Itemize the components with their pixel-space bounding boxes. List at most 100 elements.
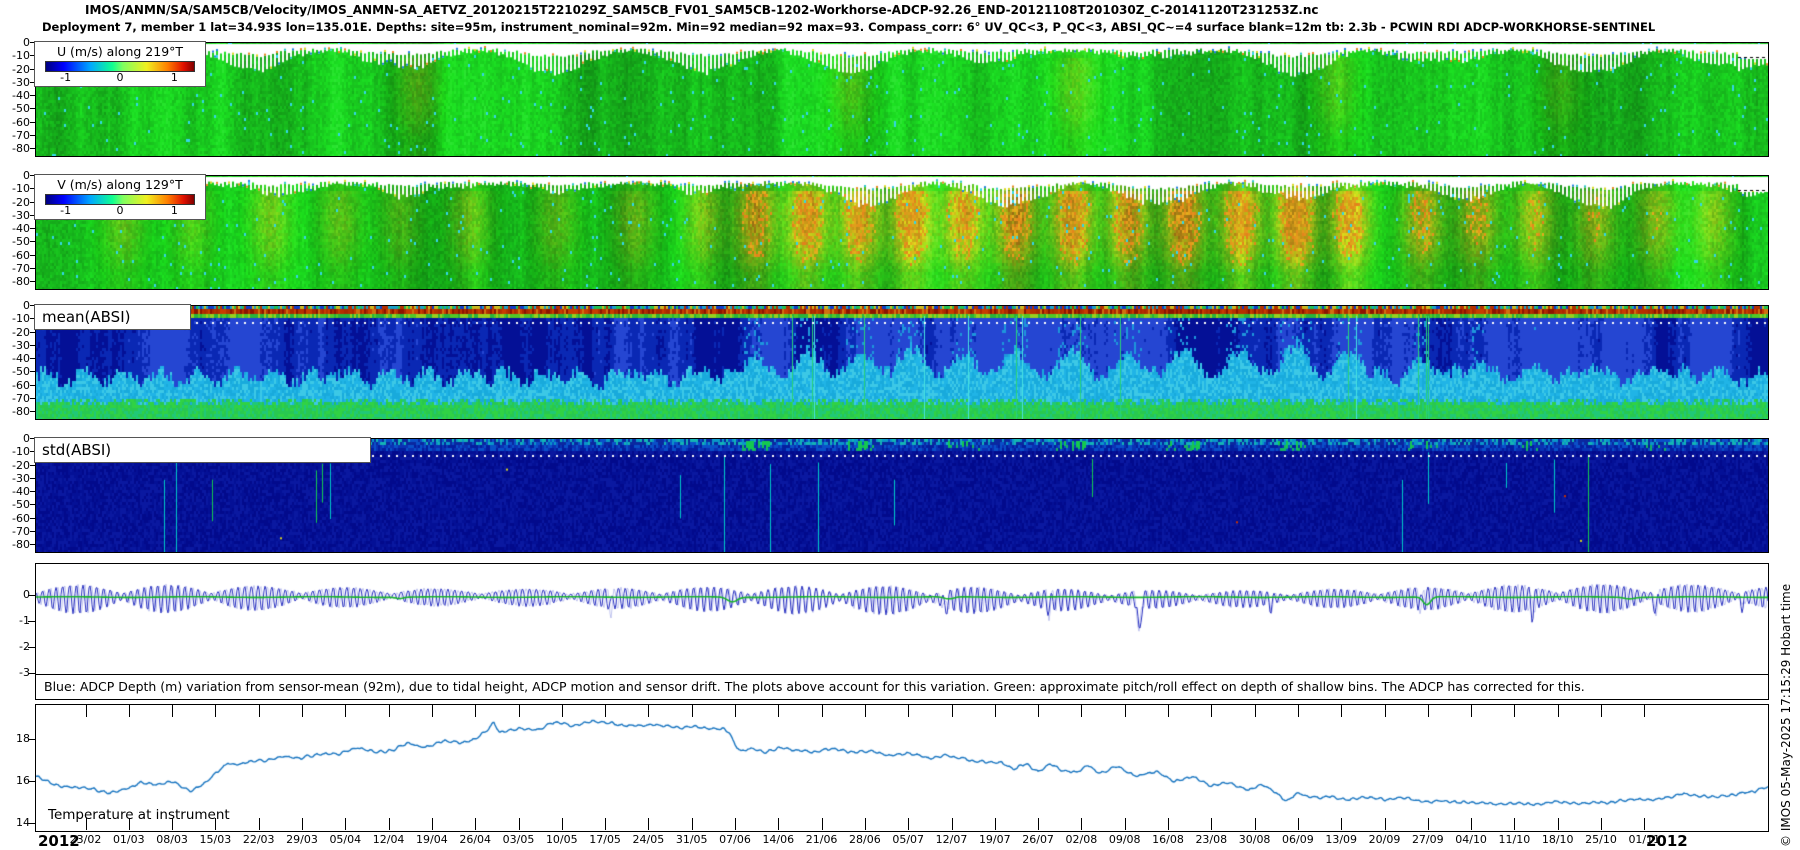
tick-mark <box>28 595 35 596</box>
tick-mark <box>475 705 476 717</box>
temperature-tick-label: 18 <box>2 732 30 745</box>
tick-mark <box>30 122 35 123</box>
tick-mark <box>30 255 35 256</box>
depth-variation-panel: Blue: ADCP Depth (m) variation from sens… <box>35 563 1769 700</box>
tick-mark <box>1081 818 1082 830</box>
tick-mark <box>28 621 35 622</box>
std-absi-panel: std(ABSI) <box>35 438 1769 553</box>
depth-tick-label: -30 <box>2 339 30 352</box>
colorbar-tick-label: -1 <box>60 71 71 84</box>
depth-tick-label: -20 <box>2 326 30 339</box>
tick-mark <box>30 241 35 242</box>
depth-tick-label: -70 <box>2 392 30 405</box>
tick-mark <box>432 818 433 830</box>
depth-tick-label: -70 <box>2 525 30 538</box>
date-tick-label: 27/09 <box>1406 833 1450 846</box>
tick-mark <box>1385 818 1386 830</box>
tick-mark <box>28 823 35 824</box>
mean-absi-panel: mean(ABSI) <box>35 305 1769 420</box>
tick-mark <box>30 95 35 96</box>
tick-mark <box>30 358 35 359</box>
tick-mark <box>432 705 433 717</box>
tick-mark <box>1038 705 1039 717</box>
tick-mark <box>952 818 953 830</box>
tick-mark <box>172 705 173 717</box>
depth-tick-label: -80 <box>2 538 30 551</box>
depth-tick-label: -10 <box>2 312 30 325</box>
tick-mark <box>822 705 823 717</box>
adcp-report-figure: IMOS/ANMN/SA/SAM5CB/Velocity/IMOS_ANMN-S… <box>0 0 1800 850</box>
tick-mark <box>1168 705 1169 717</box>
temperature-panel: Temperature at instrument <box>35 704 1769 832</box>
depth-tick-label: -40 <box>2 485 30 498</box>
tick-mark <box>30 228 35 229</box>
colorbar-tick-label: -1 <box>60 204 71 217</box>
tick-mark <box>30 544 35 545</box>
tick-mark <box>1081 705 1082 717</box>
tick-mark <box>1601 705 1602 717</box>
depth-tick-label: -50 <box>2 102 30 115</box>
depth-tick-label: -40 <box>2 352 30 365</box>
tick-mark <box>345 705 346 717</box>
date-tick-label: 15/03 <box>193 833 237 846</box>
date-tick-label: 19/07 <box>973 833 1017 846</box>
tick-mark <box>1601 818 1602 830</box>
depth-tick-label: -40 <box>2 89 30 102</box>
depth-tick-label: -60 <box>2 116 30 129</box>
depth-tick-label: -30 <box>2 472 30 485</box>
u-velocity-panel: U (m/s) along 219°T -101 <box>35 42 1769 157</box>
tick-mark <box>519 818 520 830</box>
tick-mark <box>30 268 35 269</box>
tick-mark <box>1255 705 1256 717</box>
tick-mark <box>1341 705 1342 717</box>
depth-tick-label: 0 <box>2 36 30 49</box>
tick-mark <box>30 398 35 399</box>
colorbar-tick-label: 0 <box>117 204 124 217</box>
tick-mark <box>778 818 779 830</box>
date-tick-label: 03/05 <box>497 833 541 846</box>
tick-mark <box>30 345 35 346</box>
tick-mark <box>735 705 736 717</box>
tick-mark <box>30 332 35 333</box>
v-velocity-panel: V (m/s) along 129°T -101 <box>35 175 1769 290</box>
depth-tick-label: -60 <box>2 512 30 525</box>
date-tick-label: 31/05 <box>670 833 714 846</box>
depth-tick-label: 0 <box>2 169 30 182</box>
tick-mark <box>1298 818 1299 830</box>
date-tick-label: 29/03 <box>280 833 324 846</box>
date-tick-label: 20/09 <box>1363 833 1407 846</box>
tick-mark <box>1471 818 1472 830</box>
tick-mark <box>648 818 649 830</box>
date-tick-label: 08/03 <box>150 833 194 846</box>
colorbar-tick-label: 1 <box>171 204 178 217</box>
page-title: IMOS/ANMN/SA/SAM5CB/Velocity/IMOS_ANMN-S… <box>85 3 1319 17</box>
date-tick-label: 01/03 <box>107 833 151 846</box>
depth-variation-caption: Blue: ADCP Depth (m) variation from sens… <box>36 674 1768 699</box>
tick-mark <box>605 705 606 717</box>
depth-tick-label: -50 <box>2 498 30 511</box>
date-tick-label: 19/04 <box>410 833 454 846</box>
depth-var-tick-label: 0 <box>2 588 30 601</box>
date-tick-label: 21/06 <box>800 833 844 846</box>
date-tick-label: 10/05 <box>540 833 584 846</box>
tick-mark <box>129 705 130 717</box>
depth-var-tick-label: -2 <box>2 640 30 653</box>
u-colorbar-legend: U (m/s) along 219°T -101 <box>34 41 206 87</box>
date-tick-label: 13/09 <box>1319 833 1363 846</box>
tick-mark <box>28 673 35 674</box>
date-tick-label: 28/06 <box>843 833 887 846</box>
depth-tick-label: -10 <box>2 182 30 195</box>
v-colorbar-legend: V (m/s) along 129°T -101 <box>34 174 206 220</box>
depth-tick-label: -10 <box>2 49 30 62</box>
tick-mark <box>30 385 35 386</box>
u-velocity-heatmap <box>36 43 1768 156</box>
date-tick-label: 23/08 <box>1189 833 1233 846</box>
tick-mark <box>692 705 693 717</box>
depth-var-tick-label: -1 <box>2 614 30 627</box>
tick-mark <box>865 705 866 717</box>
date-tick-label: 26/07 <box>1016 833 1060 846</box>
tick-mark <box>30 135 35 136</box>
date-tick-label: 22/03 <box>237 833 281 846</box>
date-tick-label: 07/06 <box>713 833 757 846</box>
v-velocity-heatmap <box>36 176 1768 289</box>
